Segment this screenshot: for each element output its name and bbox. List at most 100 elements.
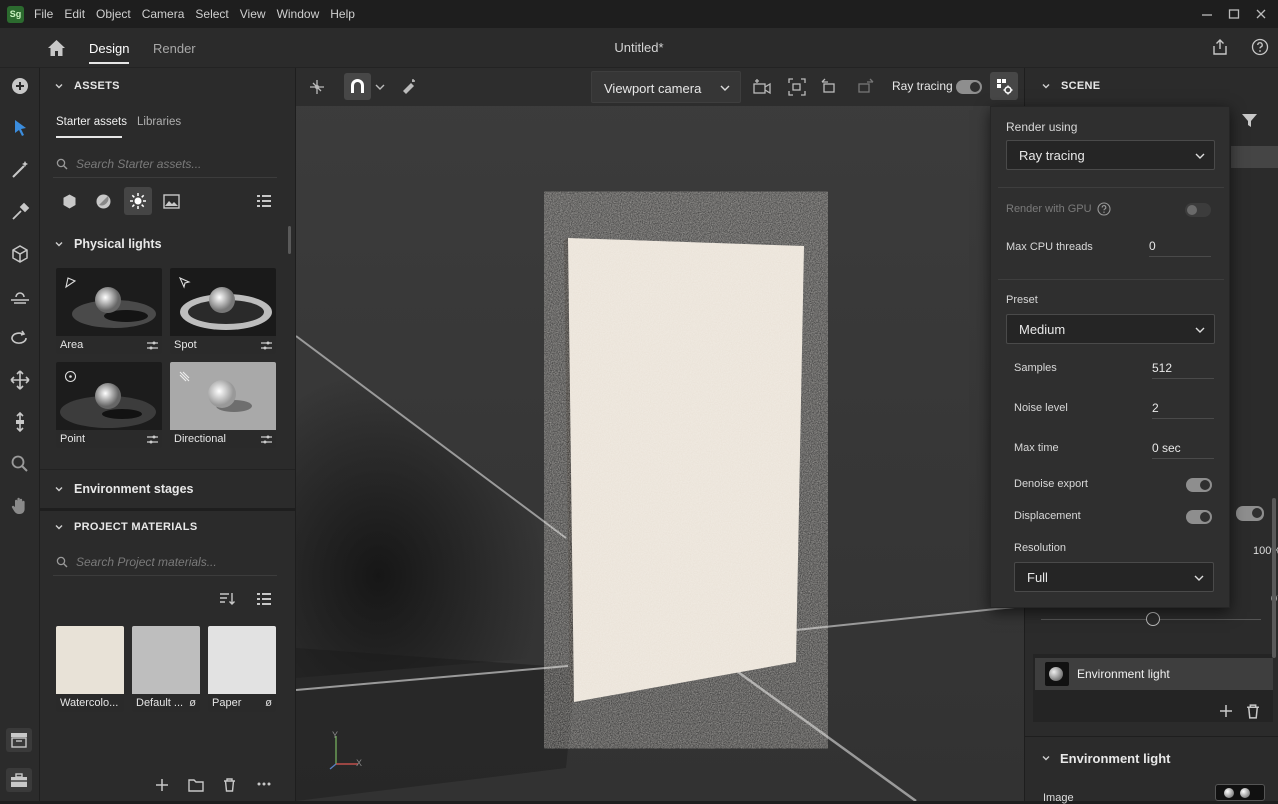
menu-camera[interactable]: Camera — [142, 7, 193, 21]
menu-edit[interactable]: Edit — [64, 7, 93, 21]
light-area-card[interactable]: Area — [56, 268, 162, 354]
denoise-export-toggle[interactable] — [1186, 478, 1212, 492]
directional-light-icon — [179, 371, 190, 382]
list-view-icon[interactable] — [256, 592, 272, 607]
materials-filter-icon[interactable] — [95, 193, 112, 210]
samples-input[interactable]: 512 — [1152, 357, 1214, 379]
max-cpu-label: Max CPU threads — [1006, 241, 1093, 253]
environment-image-thumb[interactable] — [1215, 784, 1265, 801]
settings-sliders-icon[interactable] — [261, 435, 272, 444]
help-icon[interactable] — [1097, 202, 1111, 216]
noise-level-input[interactable]: 2 — [1152, 397, 1214, 419]
environment-stages-header[interactable]: Environment stages — [74, 482, 193, 496]
redo-camera-icon[interactable] — [855, 77, 875, 97]
light-point-card[interactable]: Point — [56, 362, 162, 448]
displacement-toggle[interactable] — [1186, 510, 1212, 524]
camera-bookmark-icon[interactable] — [752, 77, 772, 97]
minimize-icon[interactable] — [1200, 7, 1214, 21]
menu-file[interactable]: File — [34, 7, 61, 21]
rotation-slider-handle[interactable] — [1146, 612, 1160, 626]
object-icon[interactable] — [8, 242, 32, 266]
folder-icon[interactable] — [188, 778, 204, 792]
archive-button[interactable] — [6, 728, 32, 752]
filter-icon[interactable] — [1241, 112, 1258, 129]
environment-light-item: Environment light — [1077, 667, 1170, 681]
render-settings-button[interactable] — [990, 72, 1018, 100]
pan-hand-icon[interactable] — [8, 494, 32, 518]
chevron-down-icon[interactable] — [55, 240, 63, 248]
ray-tracing-toggle[interactable] — [956, 80, 982, 94]
move-icon[interactable] — [8, 368, 32, 392]
toolbox-button[interactable] — [6, 768, 32, 792]
ground-icon[interactable] — [8, 284, 32, 308]
chevron-down-icon[interactable] — [1042, 82, 1050, 90]
select-tool-icon[interactable] — [8, 116, 32, 140]
add-icon[interactable] — [1219, 704, 1233, 718]
settings-sliders-icon[interactable] — [147, 435, 158, 444]
viewport-3d[interactable]: Y X — [296, 68, 1024, 801]
models-filter-icon[interactable] — [61, 193, 78, 210]
menu-bar: Sg File Edit Object Camera Select View W… — [0, 0, 1278, 28]
material-default-card[interactable]: Default ... ø — [132, 626, 200, 712]
menu-window[interactable]: Window — [277, 7, 328, 21]
share-icon[interactable] — [1211, 38, 1229, 56]
resolution-select[interactable]: Full — [1014, 562, 1214, 592]
render-gpu-toggle[interactable] — [1185, 203, 1211, 217]
transform-icon[interactable] — [307, 77, 327, 97]
material-paper-card[interactable]: Paper ø — [208, 626, 276, 712]
chevron-down-icon[interactable] — [55, 82, 63, 90]
settings-sliders-icon[interactable] — [147, 341, 158, 350]
samples-label: Samples — [1014, 362, 1057, 374]
scrollbar[interactable] — [1272, 498, 1276, 658]
list-item[interactable]: Environment light — [1035, 658, 1273, 690]
tab-libraries[interactable]: Libraries — [137, 116, 181, 128]
trash-icon[interactable] — [1246, 704, 1260, 719]
help-icon[interactable] — [1251, 38, 1269, 56]
frame-camera-icon[interactable] — [787, 77, 807, 97]
sort-icon[interactable] — [219, 592, 236, 606]
assets-search-field[interactable]: Search Starter assets... — [53, 152, 277, 178]
menu-view[interactable]: View — [240, 7, 274, 21]
light-directional-card[interactable]: Directional — [170, 362, 276, 448]
unused-icon: ø — [265, 697, 272, 709]
light-spot-card[interactable]: Spot — [170, 268, 276, 354]
chevron-down-icon[interactable] — [55, 523, 63, 531]
settings-sliders-icon[interactable] — [261, 341, 272, 350]
close-icon[interactable] — [1254, 7, 1268, 21]
add-icon[interactable] — [155, 778, 169, 792]
chevron-down-icon[interactable] — [375, 83, 385, 91]
more-icon[interactable] — [257, 782, 271, 786]
menu-select[interactable]: Select — [195, 7, 236, 21]
orbit-icon[interactable] — [8, 326, 32, 350]
trash-icon[interactable] — [223, 778, 236, 792]
add-icon[interactable] — [8, 74, 32, 98]
scrollbar[interactable] — [288, 226, 291, 254]
document-title: Untitled* — [614, 40, 664, 55]
visibility-toggle[interactable] — [1236, 506, 1264, 521]
snap-button[interactable] — [344, 73, 371, 100]
chevron-down-icon[interactable] — [1042, 754, 1050, 762]
magic-wand-icon[interactable] — [8, 158, 32, 182]
preset-label: Preset — [1006, 294, 1038, 306]
undo-camera-icon[interactable] — [820, 77, 840, 97]
menu-object[interactable]: Object — [96, 7, 139, 21]
menu-help[interactable]: Help — [330, 7, 363, 21]
tab-starter-assets[interactable]: Starter assets — [56, 116, 127, 128]
camera-select[interactable]: Viewport camera — [591, 71, 741, 103]
image-filter-icon[interactable] — [163, 194, 180, 209]
dolly-icon[interactable] — [8, 410, 32, 434]
materials-search-field[interactable]: Search Project materials... — [53, 550, 277, 576]
material-watercolor-card[interactable]: Watercolo... — [56, 626, 124, 712]
render-using-select[interactable]: Ray tracing — [1006, 140, 1215, 170]
zoom-icon[interactable] — [8, 452, 32, 476]
max-time-input[interactable]: 0 sec — [1152, 437, 1214, 459]
chevron-down-icon — [1194, 575, 1204, 581]
preset-select[interactable]: Medium — [1006, 314, 1215, 344]
chevron-down-icon[interactable] — [55, 485, 63, 493]
drop-to-ground-icon[interactable] — [399, 77, 419, 97]
maximize-icon[interactable] — [1227, 7, 1241, 21]
lights-filter-button[interactable] — [124, 187, 152, 215]
max-cpu-input[interactable]: 0 — [1149, 235, 1211, 257]
eyedropper-icon[interactable] — [8, 200, 32, 224]
list-view-icon[interactable] — [256, 194, 272, 209]
